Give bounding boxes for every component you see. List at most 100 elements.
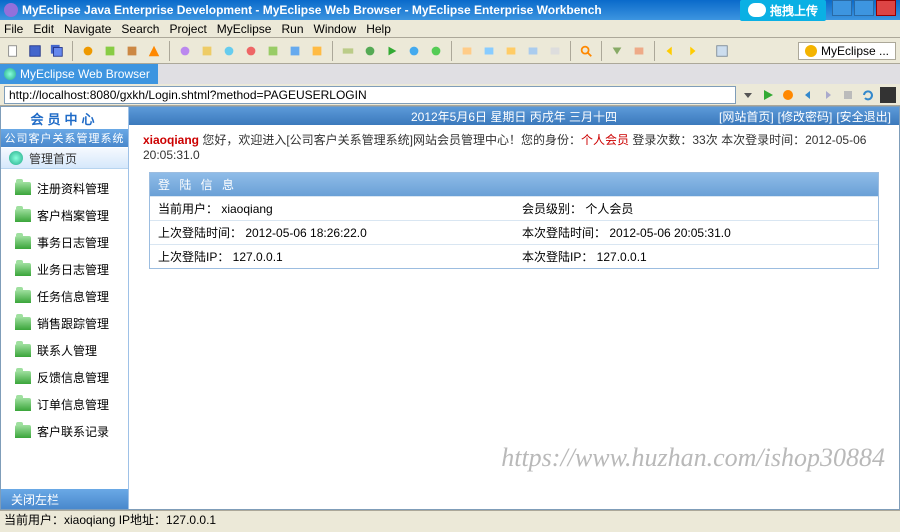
sidebar-item-order[interactable]: 订单信息管理 [1, 391, 128, 418]
info-box-title: 登 陆 信 息 [150, 173, 878, 196]
window-maximize-button[interactable] [854, 0, 874, 16]
myeclipse-icon [805, 45, 817, 57]
stop-button[interactable] [840, 87, 856, 103]
tool-icon[interactable] [458, 42, 476, 60]
status-text: 当前用户：xiaoqiang IP地址：127.0.0.1 [4, 511, 216, 528]
sidebar-items: 注册资料管理 客户档案管理 事务日志管理 业务日志管理 任务信息管理 销售跟踪管… [1, 169, 128, 451]
sidebar-item-customer[interactable]: 客户档案管理 [1, 202, 128, 229]
member-level: 会员级别： 个人会员 [514, 197, 878, 220]
menu-search[interactable]: Search [121, 22, 159, 36]
menu-navigate[interactable]: Navigate [64, 22, 111, 36]
menu-run[interactable]: Run [281, 22, 303, 36]
upload-badge[interactable]: 拖拽上传 [740, 0, 826, 21]
window-titlebar: MyEclipse Java Enterprise Development - … [0, 0, 900, 20]
page-header: 2012年5月6日 星期日 丙戌年 三月十四 [网站首页] [修改密码] [安全… [129, 107, 899, 125]
link-logout[interactable]: [安全退出] [836, 108, 891, 125]
info-row: 当前用户： xiaoqiang 会员级别： 个人会员 [150, 196, 878, 220]
sidebar: 会员中心 公司客户关系管理系统 管理首页 注册资料管理 客户档案管理 事务日志管… [1, 107, 129, 509]
sidebar-item-contact[interactable]: 联系人管理 [1, 337, 128, 364]
debug-button[interactable] [361, 42, 379, 60]
globe-icon [4, 68, 16, 80]
sidebar-item-task[interactable]: 任务信息管理 [1, 283, 128, 310]
url-dropdown-button[interactable] [740, 87, 756, 103]
tab-web-browser[interactable]: MyEclipse Web Browser [0, 64, 158, 84]
tool-icon[interactable] [546, 42, 564, 60]
back-button[interactable] [661, 42, 679, 60]
menu-window[interactable]: Window [314, 22, 357, 36]
tool-icon[interactable] [242, 42, 260, 60]
status-bar: 当前用户：xiaoqiang IP地址：127.0.0.1 [0, 510, 900, 528]
sidebar-subtitle: 公司客户关系管理系统 [1, 129, 128, 147]
tool-icon[interactable] [198, 42, 216, 60]
tool-icon[interactable] [286, 42, 304, 60]
save-all-button[interactable] [48, 42, 66, 60]
tool-icon[interactable] [123, 42, 141, 60]
tool-icon[interactable] [101, 42, 119, 60]
sidebar-heading[interactable]: 管理首页 [1, 147, 128, 169]
refresh-button[interactable] [860, 87, 876, 103]
tool-icon[interactable] [339, 42, 357, 60]
tool-icon[interactable] [79, 42, 97, 60]
folder-icon [15, 371, 31, 384]
tool-icon[interactable] [427, 42, 445, 60]
toolbar: MyEclipse ... [0, 38, 900, 64]
sidebar-item-affairs[interactable]: 事务日志管理 [1, 229, 128, 256]
window-minimize-button[interactable] [832, 0, 852, 16]
sidebar-item-feedback[interactable]: 反馈信息管理 [1, 364, 128, 391]
tool-icon[interactable] [480, 42, 498, 60]
tool-icon[interactable] [780, 87, 796, 103]
new-button[interactable] [4, 42, 22, 60]
tool-icon[interactable] [145, 42, 163, 60]
menu-edit[interactable]: Edit [33, 22, 54, 36]
tool-icon[interactable] [405, 42, 423, 60]
window-close-button[interactable] [876, 0, 896, 16]
sidebar-close-button[interactable]: 关闭左栏 [1, 489, 128, 509]
home-icon [9, 151, 23, 165]
cloud-icon [748, 3, 766, 17]
main-panel: 2012年5月6日 星期日 丙戌年 三月十四 [网站首页] [修改密码] [安全… [129, 107, 899, 509]
this-login-ip: 本次登陆IP： 127.0.0.1 [514, 245, 878, 268]
window-title: MyEclipse Java Enterprise Development - … [22, 3, 602, 17]
search-button[interactable] [577, 42, 595, 60]
nav-forward-button[interactable] [820, 87, 836, 103]
sidebar-logo: 会员中心 [1, 107, 128, 129]
browser-address-bar [0, 84, 900, 106]
menu-myeclipse[interactable]: MyEclipse [217, 22, 272, 36]
tool-icon[interactable] [880, 87, 896, 103]
nav-back-button[interactable] [800, 87, 816, 103]
tool-icon[interactable] [608, 42, 626, 60]
tool-icon[interactable] [176, 42, 194, 60]
sidebar-item-business[interactable]: 业务日志管理 [1, 256, 128, 283]
save-button[interactable] [26, 42, 44, 60]
perspective-myeclipse[interactable]: MyEclipse ... [798, 42, 896, 60]
watermark-text: https://www.huzhan.com/ishop30884 [501, 443, 885, 473]
tool-icon[interactable] [308, 42, 326, 60]
info-row: 上次登陆时间： 2012-05-06 18:26:22.0 本次登陆时间： 20… [150, 220, 878, 244]
perspective-icon[interactable] [713, 42, 731, 60]
welcome-role: 个人会员 [581, 133, 629, 147]
tool-icon[interactable] [264, 42, 282, 60]
last-login-time: 上次登陆时间： 2012-05-06 18:26:22.0 [150, 221, 514, 244]
go-button[interactable] [760, 87, 776, 103]
folder-icon [15, 236, 31, 249]
tool-icon[interactable] [220, 42, 238, 60]
tool-icon[interactable] [502, 42, 520, 60]
folder-icon [15, 398, 31, 411]
sidebar-item-sales[interactable]: 销售跟踪管理 [1, 310, 128, 337]
run-button[interactable] [383, 42, 401, 60]
current-user: 当前用户： xiaoqiang [150, 197, 514, 220]
sidebar-item-contact-record[interactable]: 客户联系记录 [1, 418, 128, 445]
link-home[interactable]: [网站首页] [719, 108, 774, 125]
menu-help[interactable]: Help [366, 22, 391, 36]
forward-button[interactable] [683, 42, 701, 60]
link-password[interactable]: [修改密码] [778, 108, 833, 125]
menu-file[interactable]: File [4, 22, 23, 36]
url-input[interactable] [4, 86, 736, 104]
app-icon [4, 3, 18, 17]
menu-project[interactable]: Project [169, 22, 206, 36]
tool-icon[interactable] [630, 42, 648, 60]
tool-icon[interactable] [524, 42, 542, 60]
last-login-ip: 上次登陆IP： 127.0.0.1 [150, 245, 514, 268]
folder-icon [15, 290, 31, 303]
sidebar-item-register[interactable]: 注册资料管理 [1, 175, 128, 202]
